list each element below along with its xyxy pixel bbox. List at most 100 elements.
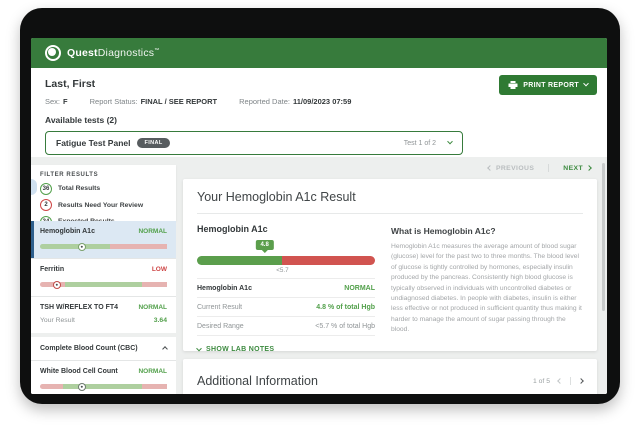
page: QuestDiagnostics™ Last, First PRINT REPO… bbox=[0, 0, 640, 426]
filter-results-title: FILTER RESULTS bbox=[40, 172, 99, 178]
report-status-label: Report Status: bbox=[89, 97, 138, 106]
info-title: What is Hemoglobin A1c? bbox=[391, 226, 496, 236]
total-results-count: 36 bbox=[40, 182, 52, 195]
filter-need-review[interactable]: 2 Results Need Your Review bbox=[40, 199, 167, 211]
row-label: Current Result bbox=[197, 303, 243, 311]
report-status-value: FINAL / SEE REPORT bbox=[140, 97, 218, 106]
test-name: TSH W/REFLEX TO FT4 bbox=[40, 304, 119, 311]
need-review-count: 2 bbox=[40, 199, 52, 211]
range-bar bbox=[40, 382, 167, 391]
sex-field: Sex: F bbox=[45, 97, 68, 106]
chevron-down-icon bbox=[196, 345, 202, 351]
pager-previous-button[interactable] bbox=[557, 378, 563, 384]
sidebar-item-wbc[interactable]: White Blood Cell Count NORMAL bbox=[31, 360, 176, 394]
sidebar-item-ferritin[interactable]: Ferritin LOW bbox=[31, 258, 176, 296]
hemoglobin-result-card: Your Hemoglobin A1c Result Hemoglobin A1… bbox=[183, 179, 597, 353]
divider bbox=[197, 213, 583, 214]
row-value: NORMAL bbox=[344, 284, 375, 292]
test-name: White Blood Cell Count bbox=[40, 368, 118, 375]
results-sidebar: FILTER RESULTS 36 Total Results 2 Result… bbox=[31, 165, 176, 394]
status-badge: NORMAL bbox=[138, 368, 167, 375]
brand-light: Diagnostics bbox=[97, 47, 155, 59]
reported-date-label: Reported Date: bbox=[239, 97, 290, 106]
info-column: What is Hemoglobin A1c? Hemoglobin A1c m… bbox=[391, 224, 583, 353]
info-body-text: Hemoglobin A1c measures the average amou… bbox=[391, 243, 582, 333]
table-row: Desired Range <5.7 % of total Hgb bbox=[197, 317, 375, 336]
row-label: Hemoglobin A1c bbox=[197, 284, 252, 292]
result-value-marker: 4.8 bbox=[255, 240, 274, 250]
status-badge: NORMAL bbox=[138, 304, 167, 311]
final-status-badge: FINAL bbox=[137, 138, 170, 148]
print-report-label: PRINT REPORT bbox=[523, 81, 579, 89]
app-header: QuestDiagnostics™ bbox=[31, 38, 607, 68]
sex-label: Sex: bbox=[45, 97, 61, 106]
reported-date-value: 11/09/2023 07:59 bbox=[292, 97, 352, 106]
brand-bold: Quest bbox=[67, 47, 98, 59]
brand-trademark: ™ bbox=[154, 47, 160, 54]
patient-meta-row: Sex: F Report Status: FINAL / SEE REPORT R… bbox=[45, 97, 593, 106]
printer-icon bbox=[508, 81, 518, 89]
filter-label: Results Need Your Review bbox=[58, 201, 144, 209]
chevron-left-icon bbox=[487, 165, 493, 171]
quest-diagnostics-logo: QuestDiagnostics™ bbox=[45, 45, 159, 61]
row-value: <5.7 % of total Hgb bbox=[315, 322, 375, 330]
sidebar-group-cbc[interactable]: Complete Blood Count (CBC) bbox=[31, 337, 176, 360]
sex-value: F bbox=[63, 97, 68, 106]
next-label: NEXT bbox=[563, 164, 583, 172]
group-name: Complete Blood Count (CBC) bbox=[40, 345, 138, 352]
chevron-right-icon bbox=[586, 165, 592, 171]
status-badge: NORMAL bbox=[138, 228, 167, 235]
sidebar-item-hemoglobin-a1c[interactable]: Hemoglobin A1c NORMAL bbox=[31, 221, 176, 258]
brand-name: QuestDiagnostics™ bbox=[67, 47, 159, 59]
additional-information-card: Additional Information 1 of 5 bbox=[183, 359, 597, 394]
row-label: Desired Range bbox=[197, 322, 244, 330]
previous-label: PREVIOUS bbox=[495, 164, 535, 172]
sidebar-item-tsh-reflex[interactable]: TSH W/REFLEX TO FT4 NORMAL Your Result 3… bbox=[31, 296, 176, 333]
status-badge: LOW bbox=[151, 266, 167, 273]
test-name: Ferritin bbox=[40, 266, 65, 273]
table-row: Current Result 4.8 % of total Hgb bbox=[197, 298, 375, 317]
filter-total-results[interactable]: 36 Total Results bbox=[40, 182, 167, 195]
content-region: FILTER RESULTS 36 Total Results 2 Result… bbox=[31, 157, 607, 394]
main-column: PREVIOUS NEXT Your Hemoglobin A1c Result… bbox=[183, 157, 597, 394]
chevron-down-icon bbox=[447, 138, 453, 145]
threshold-label: <5.7 bbox=[276, 267, 289, 274]
reported-date-field: Reported Date: 11/09/2023 07:59 bbox=[239, 97, 351, 106]
result-detail-column: Hemoglobin A1c 4.8 <5.7 Hemoglobin A1c N… bbox=[196, 224, 375, 353]
next-result-button[interactable]: NEXT bbox=[563, 164, 592, 172]
pager-divider bbox=[570, 377, 571, 385]
app-screen: QuestDiagnostics™ Last, First PRINT REPO… bbox=[31, 38, 607, 394]
additional-info-title: Additional Information bbox=[197, 374, 318, 388]
show-lab-notes-label: SHOW LAB NOTES bbox=[206, 346, 275, 353]
range-gauge-bar bbox=[197, 256, 375, 265]
test-panel-name: Fatigue Test Panel bbox=[56, 138, 131, 148]
filter-label: Total Results bbox=[58, 185, 101, 192]
available-tests-label: Available tests (2) bbox=[45, 115, 117, 125]
previous-result-button[interactable]: PREVIOUS bbox=[487, 164, 535, 172]
result-gauge: 4.8 <5.7 bbox=[197, 240, 375, 274]
page-indicator: 1 of 5 bbox=[532, 377, 550, 385]
result-table: Hemoglobin A1c NORMAL Current Result 4.8… bbox=[197, 278, 375, 336]
pager-next-button[interactable] bbox=[578, 378, 584, 384]
additional-info-pager: 1 of 5 bbox=[532, 377, 584, 385]
test-panel-selector[interactable]: Fatigue Test Panel FINAL Test 1 of 2 bbox=[45, 131, 463, 155]
test-name-heading: Hemoglobin A1c bbox=[197, 224, 268, 234]
your-result-label: Your Result bbox=[40, 317, 75, 324]
print-report-button[interactable]: PRINT REPORT bbox=[499, 75, 597, 95]
result-card-title: Your Hemoglobin A1c Result bbox=[197, 190, 356, 204]
quest-q-icon bbox=[45, 45, 61, 61]
range-bar bbox=[40, 242, 167, 251]
range-bar bbox=[40, 280, 167, 289]
table-row: Hemoglobin A1c NORMAL bbox=[197, 278, 375, 298]
test-position-indicator: Test 1 of 2 bbox=[403, 139, 436, 147]
report-status-field: Report Status: FINAL / SEE REPORT bbox=[90, 97, 218, 106]
chevron-down-icon bbox=[583, 80, 589, 87]
row-value: 4.8 % of total Hgb bbox=[316, 303, 375, 311]
patient-info-bar: Last, First PRINT REPORT Sex: F Report St… bbox=[31, 68, 607, 157]
chevron-up-icon bbox=[162, 345, 168, 352]
result-pager: PREVIOUS NEXT bbox=[183, 157, 597, 172]
tablet-frame: QuestDiagnostics™ Last, First PRINT REPO… bbox=[20, 8, 620, 404]
show-lab-notes-link[interactable]: SHOW LAB NOTES bbox=[196, 345, 375, 353]
test-name: Hemoglobin A1c bbox=[40, 228, 95, 235]
vertical-scrollbar[interactable] bbox=[602, 163, 605, 311]
